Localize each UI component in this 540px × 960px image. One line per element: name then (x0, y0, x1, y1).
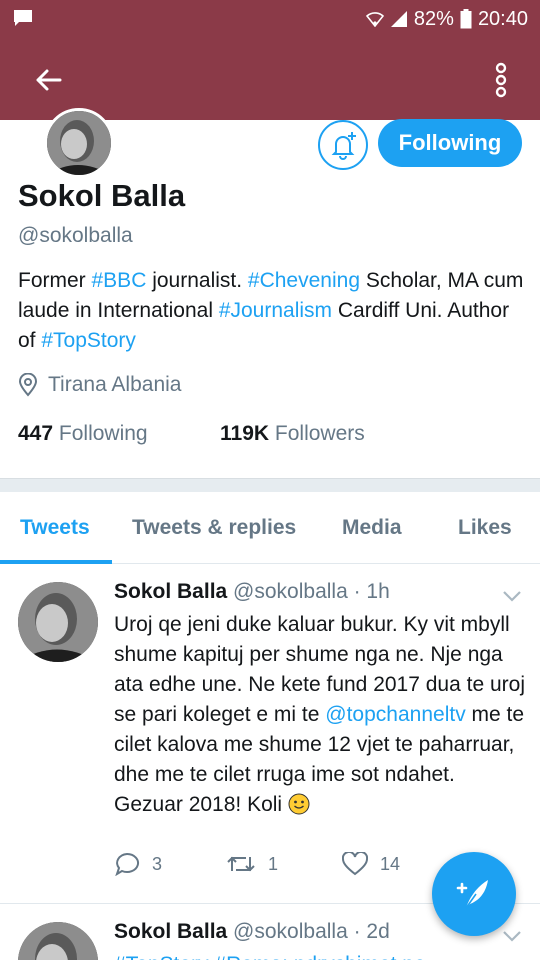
chevron-down-icon[interactable] (502, 930, 522, 942)
tab-likes[interactable]: Likes (458, 492, 512, 564)
retweet-button[interactable]: 1 (226, 853, 278, 875)
message-notification-icon (14, 10, 32, 26)
smiley-emoji-icon (288, 793, 310, 815)
clock: 20:40 (477, 7, 528, 30)
followers-stat[interactable]: 119K Followers (220, 422, 365, 446)
more-vertical-icon (495, 62, 507, 98)
retweet-icon (227, 856, 255, 872)
wifi-icon (365, 12, 384, 27)
like-count: 14 (380, 853, 401, 874)
tweet-header: Sokol Balla @sokolballa · 1h (114, 580, 390, 604)
profile-photo (47, 111, 111, 175)
reply-count: 3 (152, 853, 163, 874)
tweet-author-name[interactable]: Sokol Balla (114, 920, 227, 943)
like-button[interactable]: 14 (342, 852, 400, 876)
compose-tweet-button[interactable] (432, 852, 516, 936)
following-stat[interactable]: 447 Following (18, 422, 148, 446)
reply-button[interactable]: 3 (114, 852, 162, 876)
mention-link[interactable]: @topchanneltv (325, 703, 465, 726)
tweet-author-meta: @sokolballa · 1h (233, 580, 390, 603)
tweet-text: #TopStory #Roma: ndryshimet ne (114, 950, 529, 960)
tweet-author-name[interactable]: Sokol Balla (114, 580, 227, 603)
followers-count: 119K (220, 422, 270, 445)
battery-percent: 82% (413, 7, 454, 30)
tab-tweets-replies[interactable]: Tweets & replies (132, 492, 296, 564)
back-arrow-icon (36, 69, 62, 91)
battery-icon (460, 9, 472, 29)
bell-plus-icon (331, 132, 356, 160)
tweet-avatar[interactable] (18, 582, 98, 662)
status-bar: 82% 20:40 (0, 0, 540, 38)
back-button[interactable] (28, 60, 68, 100)
tweet-author-meta: @sokolballa · 2d (233, 920, 390, 943)
location-pin-icon (18, 373, 38, 397)
hashtag-link[interactable]: #BBC (92, 269, 147, 292)
overflow-menu-button[interactable] (486, 58, 516, 102)
profile-avatar[interactable] (44, 108, 114, 178)
chevron-down-icon[interactable] (502, 590, 522, 602)
tweet-avatar-photo (18, 582, 98, 662)
hashtag-link[interactable]: #Chevening (248, 269, 360, 292)
compose-feather-icon (456, 880, 488, 909)
retweet-count: 1 (268, 853, 279, 874)
tweet-avatar-photo (18, 922, 98, 960)
tweet-actions: 3 1 14 (114, 852, 464, 876)
following-button[interactable]: Following (378, 119, 522, 167)
tweet-avatar[interactable] (18, 922, 98, 960)
following-label: Following (58, 422, 148, 445)
profile-tabs: Tweets Tweets & replies Media Likes (0, 492, 540, 564)
hashtag-link[interactable]: #TopStory (41, 329, 136, 352)
heart-icon (342, 852, 369, 876)
following-count: 447 (18, 422, 54, 445)
profile-name: Sokol Balla (18, 178, 186, 213)
profile-bio: Former #BBC journalist. #Chevening Schol… (18, 269, 524, 352)
tweet-header: Sokol Balla @sokolballa · 2d (114, 920, 390, 944)
tweet[interactable]: Sokol Balla @sokolballa · 1h Uroj qe jen… (0, 564, 540, 904)
tab-tweets[interactable]: Tweets (20, 492, 90, 564)
signal-icon (390, 11, 407, 27)
section-divider (0, 478, 540, 492)
hashtag-link[interactable]: #Journalism (219, 299, 332, 322)
tweet-text: Uroj qe jeni duke kaluar bukur. Ky vit m… (114, 613, 525, 816)
profile-location: Tirana Albania (18, 373, 181, 397)
location-text: Tirana Albania (48, 373, 182, 396)
profile-handle: @sokolballa (18, 224, 133, 247)
followers-label: Followers (274, 422, 365, 445)
tab-media[interactable]: Media (342, 492, 402, 564)
reply-icon (115, 852, 139, 876)
notifications-toggle-button[interactable] (318, 120, 368, 170)
